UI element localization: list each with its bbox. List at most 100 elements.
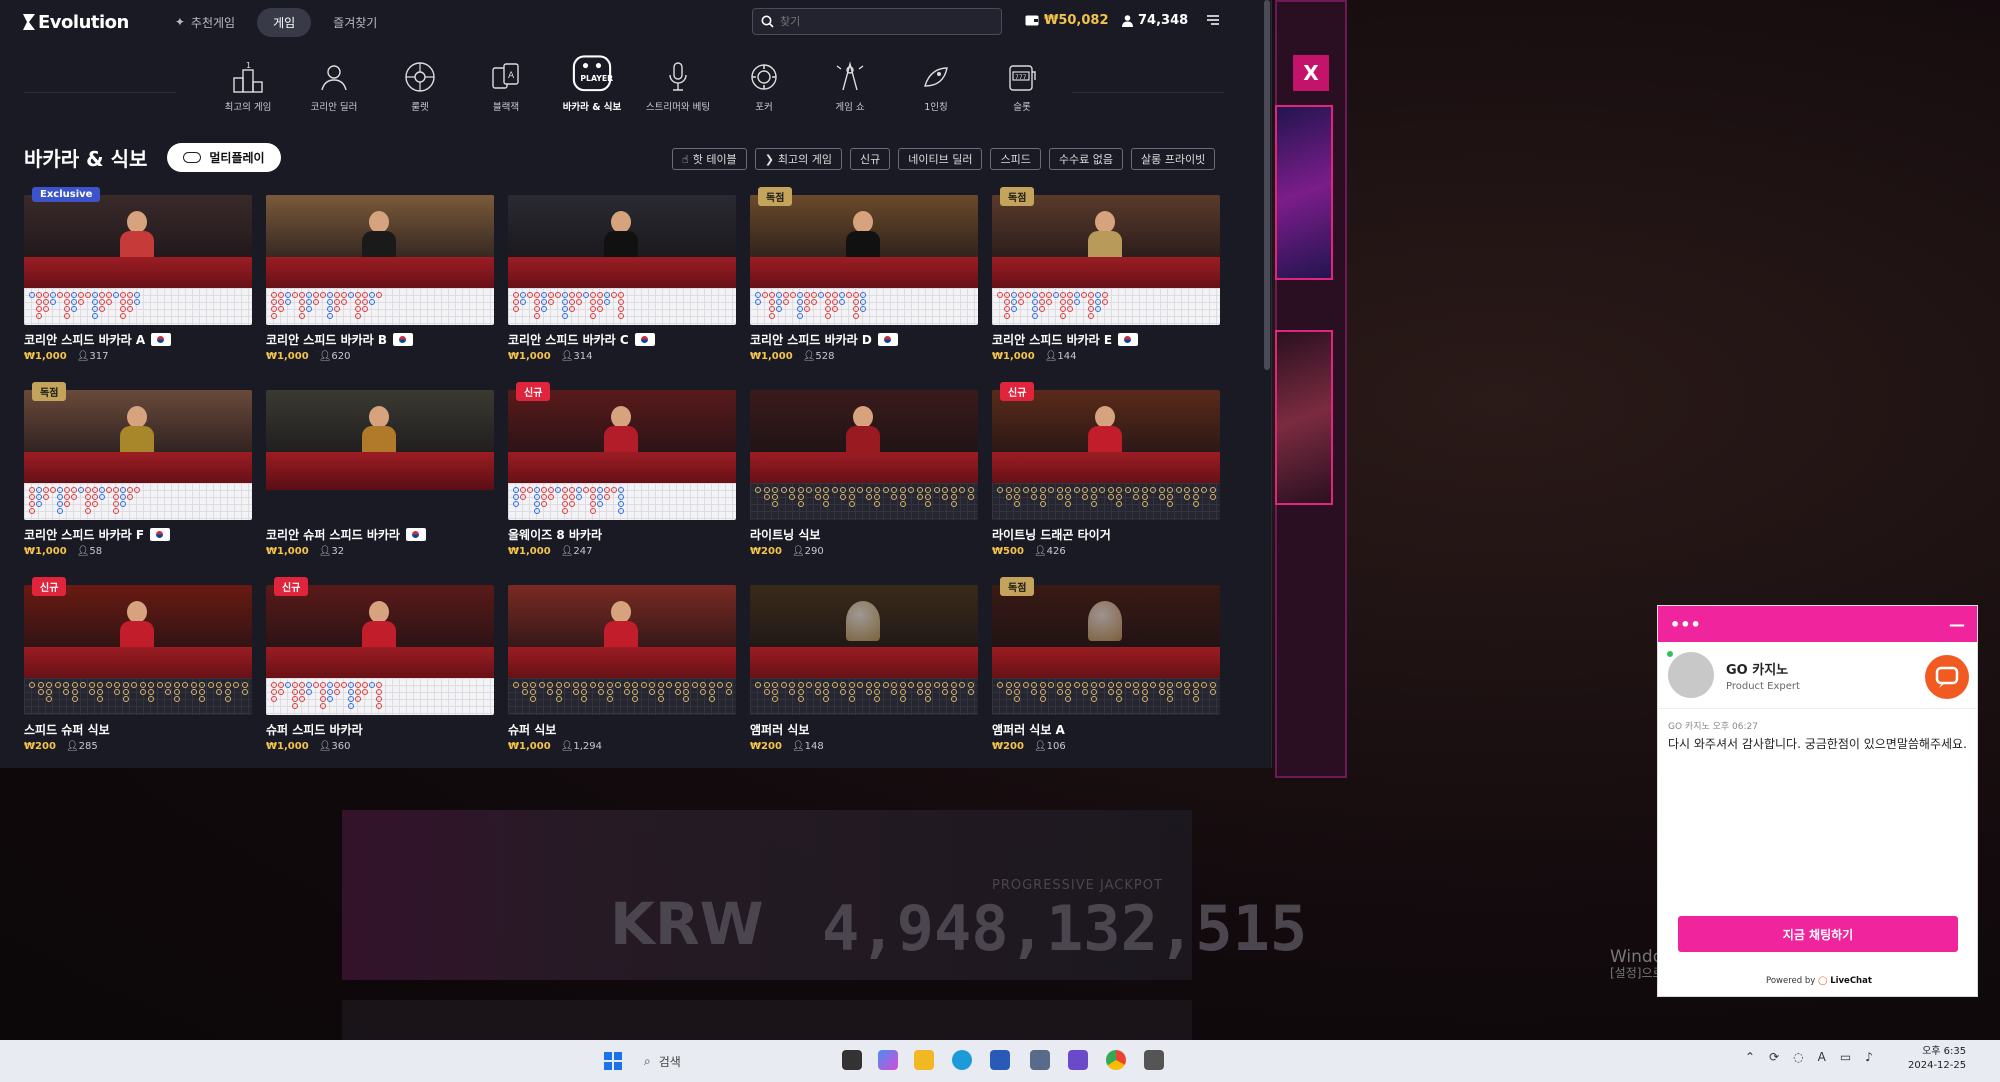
- player-count: 👤︎317: [77, 351, 109, 362]
- game-card[interactable]: 코리안 스피드 바카라 C ₩1,000 👤︎314: [508, 195, 736, 362]
- filter-new[interactable]: 신규: [850, 148, 891, 170]
- clock[interactable]: 오후 6:35 2024-12-25: [1908, 1045, 1966, 1072]
- user-icon: 👤︎: [560, 351, 574, 362]
- game-thumbnail[interactable]: [508, 195, 736, 325]
- game-card[interactable]: 신규 슈퍼 스피드 바카라 ₩1,000 👤︎360: [266, 577, 494, 752]
- nav-games[interactable]: 게임: [257, 7, 312, 37]
- user-icon: 👤︎: [1033, 546, 1047, 557]
- game-card[interactable]: 독점 코리안 스피드 바카라 F ₩1,000 👤︎58: [24, 382, 252, 557]
- jackpot-amount: 4,948,132,515: [822, 892, 1308, 965]
- game-card[interactable]: 독점 앰퍼러 식보 A ₩200 👤︎106: [992, 577, 1220, 752]
- volume-icon[interactable]: ♪: [1865, 1050, 1873, 1064]
- category-first-person[interactable]: 1인칭: [893, 60, 979, 113]
- calculator-icon[interactable]: [1030, 1050, 1050, 1070]
- menu-icon[interactable]: [1206, 13, 1220, 27]
- background-close-button[interactable]: X: [1293, 55, 1329, 91]
- filter-native-dealer[interactable]: 네이티브 딜러: [898, 148, 983, 170]
- taskbar-search[interactable]: ⌕ 검색: [636, 1046, 816, 1076]
- game-card[interactable]: 신규 스피드 슈퍼 식보 ₩200 👤︎285: [24, 577, 252, 752]
- search-box[interactable]: [752, 8, 1002, 35]
- input-language[interactable]: A: [1818, 1050, 1826, 1064]
- filter-speed[interactable]: 스피드: [990, 148, 1041, 170]
- category-korean-dealer[interactable]: 코리안 딜러: [291, 60, 377, 113]
- windows-start-icon[interactable]: [604, 1052, 622, 1070]
- min-bet: ₩1,000: [508, 546, 551, 557]
- game-thumbnail[interactable]: [750, 585, 978, 715]
- minimize-icon[interactable]: —: [1949, 615, 1965, 634]
- snipping-tool-icon[interactable]: [1144, 1050, 1164, 1070]
- game-card[interactable]: Exclusive 코리안 스피드 바카라 A ₩1,000 👤︎317: [24, 187, 252, 362]
- roadmap: [266, 678, 494, 715]
- chevron-up-icon[interactable]: ⌃: [1745, 1050, 1755, 1064]
- category-roulette[interactable]: 룰렛: [377, 60, 463, 113]
- category-poker[interactable]: 포커: [721, 60, 807, 113]
- nav-favorites[interactable]: 즐겨찾기: [317, 8, 393, 37]
- more-options-icon[interactable]: •••: [1670, 615, 1701, 634]
- chrome-icon[interactable]: [1106, 1050, 1126, 1070]
- game-thumbnail[interactable]: [992, 390, 1220, 520]
- category-baccarat-sicbo[interactable]: PLAYER 바카라 & 식보: [549, 55, 635, 113]
- game-thumbnail[interactable]: [750, 390, 978, 520]
- category-game-show[interactable]: 게임 쇼: [807, 60, 893, 113]
- game-name: 라이트닝 식보: [750, 528, 821, 542]
- game-thumbnail[interactable]: [266, 585, 494, 715]
- filter-no-commission[interactable]: 수수료 없음: [1048, 148, 1123, 170]
- display-icon[interactable]: ▭: [1840, 1050, 1851, 1064]
- evolution-lobby: Evolution ✦ 추천게임 게임 즐겨찾기 ₩50,082 74,348 …: [0, 0, 1272, 768]
- game-thumbnail[interactable]: [508, 390, 736, 520]
- store-icon[interactable]: [990, 1050, 1010, 1070]
- game-thumbnail[interactable]: [24, 585, 252, 715]
- game-badge: Exclusive: [32, 187, 101, 202]
- search-input[interactable]: [780, 15, 980, 28]
- slot-machine-icon: 777: [1009, 65, 1036, 91]
- section-title: 바카라 & 식보: [24, 147, 148, 171]
- filter-salon-prive[interactable]: 살롱 프라이빗: [1130, 148, 1216, 170]
- game-card[interactable]: 코리안 스피드 바카라 B ₩1,000 👤︎620: [266, 195, 494, 362]
- game-card[interactable]: 신규 라이트닝 드래곤 타이거 ₩500 👤︎426: [992, 382, 1220, 557]
- game-card[interactable]: 슈퍼 식보 ₩1,000 👤︎1,294: [508, 585, 736, 752]
- game-card[interactable]: 신규 올웨이즈 8 바카라 ₩1,000 👤︎247: [508, 382, 736, 557]
- filter-top-games[interactable]: ❯ 최고의 게임: [754, 148, 843, 170]
- game-thumbnail[interactable]: [266, 195, 494, 325]
- copilot-icon[interactable]: [878, 1050, 898, 1070]
- network-icon[interactable]: ◌: [1793, 1050, 1803, 1064]
- powered-by: Powered by ◯ LiveChat: [1766, 976, 1872, 986]
- category-streamers[interactable]: 스트리머와 베팅: [635, 60, 721, 113]
- game-thumbnail[interactable]: [24, 195, 252, 325]
- scrollbar[interactable]: [1264, 0, 1270, 370]
- game-card[interactable]: 독점 코리안 스피드 바카라 E ₩1,000 👤︎144: [992, 187, 1220, 362]
- game-card[interactable]: 라이트닝 식보 ₩200 👤︎290: [750, 390, 978, 557]
- start-chat-button[interactable]: 지금 채팅하기: [1678, 916, 1958, 952]
- game-card[interactable]: 앰퍼러 식보 ₩200 👤︎148: [750, 585, 978, 752]
- category-blackjack[interactable]: A 블랙잭: [463, 60, 549, 113]
- player-count-value: 620: [331, 351, 351, 362]
- roadmap: [24, 678, 252, 715]
- game-name: 코리안 스피드 바카라 D: [750, 333, 872, 347]
- game-thumbnail[interactable]: [508, 585, 736, 715]
- game-thumbnail[interactable]: [750, 195, 978, 325]
- game-thumbnail[interactable]: [266, 390, 494, 520]
- search-icon: ⌕: [644, 1053, 651, 1068]
- nav-recommended[interactable]: ✦ 추천게임: [159, 8, 251, 37]
- chat-bubble-icon[interactable]: [1925, 655, 1969, 699]
- game-thumbnail[interactable]: [992, 195, 1220, 325]
- sync-icon[interactable]: ⟳: [1769, 1050, 1779, 1064]
- player-count: 👤︎314: [561, 351, 593, 362]
- game-card[interactable]: 독점 코리안 스피드 바카라 D ₩1,000 👤︎528: [750, 187, 978, 362]
- taskbar-search-label: 검색: [658, 1054, 681, 1069]
- edge-browser-icon[interactable]: [952, 1050, 972, 1070]
- user-icon: [1122, 14, 1133, 27]
- filter-hot-tables[interactable]: ☝ 핫 테이블: [672, 148, 747, 170]
- app-icon[interactable]: [1068, 1050, 1088, 1070]
- multiplay-button[interactable]: 멀티플레이: [167, 143, 281, 172]
- game-thumbnail[interactable]: [992, 585, 1220, 715]
- file-explorer-icon[interactable]: [914, 1050, 934, 1070]
- category-slots[interactable]: 777 슬롯: [979, 60, 1065, 113]
- game-thumbnail[interactable]: [24, 390, 252, 520]
- evolution-logo[interactable]: Evolution: [22, 12, 129, 33]
- game-card[interactable]: 코리안 슈퍼 스피드 바카라 ₩1,000 👤︎32: [266, 390, 494, 557]
- filter-label: 최고의 게임: [777, 153, 833, 166]
- category-top-games[interactable]: 1 최고의 게임: [205, 60, 291, 113]
- task-view-icon[interactable]: [842, 1050, 862, 1070]
- nav-recommended-label: 추천게임: [190, 15, 236, 30]
